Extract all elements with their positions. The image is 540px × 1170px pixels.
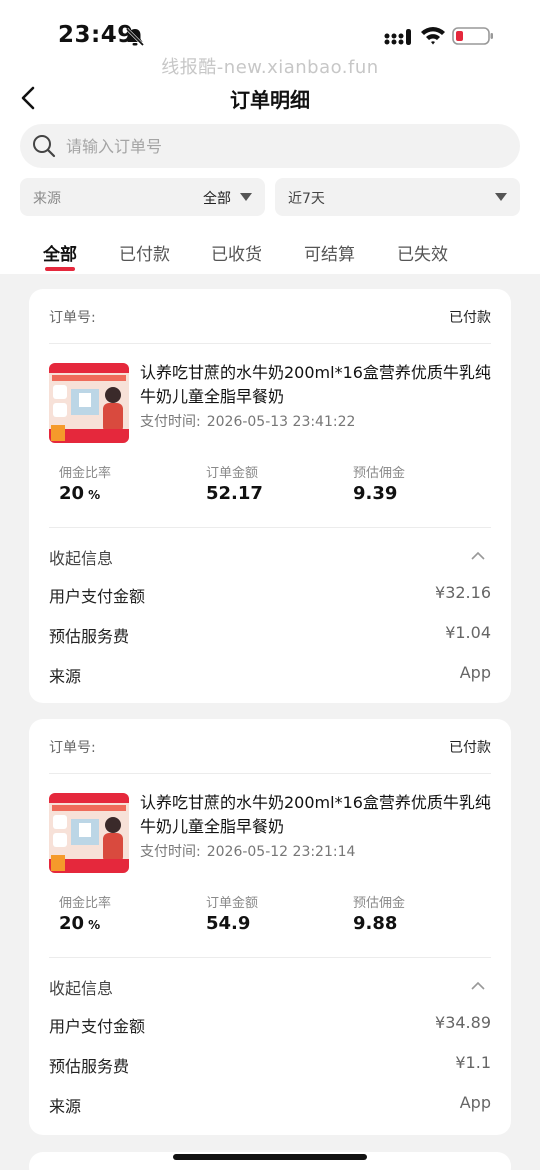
- collapse-info-toggle[interactable]: 收起信息: [49, 545, 113, 569]
- tab-settleable[interactable]: 可结算: [304, 240, 355, 265]
- pay-time-value: 2026-05-12 23:21:14: [206, 844, 356, 860]
- caret-down-icon: [495, 193, 507, 201]
- source-label: 来源: [49, 1097, 82, 1116]
- pay-time: 支付时间: 2026-05-13 23:41:22: [140, 411, 355, 431]
- active-tab-indicator: [45, 267, 75, 271]
- user-paid-label: 用户支付金额: [49, 587, 146, 606]
- estimated-commission-value: 9.39: [353, 483, 398, 504]
- service-fee-label: 预估服务费: [49, 1057, 130, 1076]
- source-filter[interactable]: 来源 全部: [20, 178, 265, 216]
- divider: [49, 527, 491, 528]
- bell-muted-icon: [125, 27, 145, 47]
- battery-icon: [452, 27, 493, 45]
- product-title: 认养吃甘蔗的水牛奶200ml*16盒营养优质牛乳纯牛奶儿童全脂早餐奶: [140, 363, 491, 406]
- search-input[interactable]: [66, 124, 506, 168]
- estimated-commission-label: 预估佣金: [353, 466, 406, 481]
- status-bar: 23:49: [0, 0, 540, 60]
- tab-invalid[interactable]: 已失效: [397, 240, 448, 265]
- commission-rate-label: 佣金比率: [59, 466, 112, 481]
- product-thumbnail[interactable]: [49, 793, 129, 873]
- service-fee-value: ¥1.04: [445, 623, 491, 642]
- tab-all[interactable]: 全部: [43, 240, 77, 265]
- order-status: 已付款: [449, 740, 491, 756]
- pay-time-label: 支付时间:: [140, 844, 201, 860]
- user-paid-value: ¥32.16: [435, 583, 491, 602]
- order-number-label: 订单号:: [49, 740, 96, 756]
- date-filter-value: 近7天: [288, 191, 325, 207]
- page-title: 订单明细: [230, 88, 310, 112]
- estimated-commission-value: 9.88: [353, 913, 398, 934]
- caret-down-icon: [240, 193, 252, 201]
- product-thumbnail[interactable]: [49, 363, 129, 443]
- wifi-icon: [421, 27, 445, 45]
- commission-rate-value: 20%: [59, 913, 100, 934]
- order-amount-label: 订单金额: [206, 896, 259, 911]
- chevron-up-icon[interactable]: [471, 551, 485, 561]
- commission-rate-label: 佣金比率: [59, 896, 112, 911]
- status-tabs: 全部 已付款 已收货 可结算 已失效: [0, 226, 540, 274]
- commission-rate-number: 20: [59, 913, 85, 934]
- divider: [49, 343, 491, 344]
- order-amount-value: 54.9: [206, 913, 251, 934]
- pay-time-value: 2026-05-13 23:41:22: [206, 414, 356, 430]
- service-fee-value: ¥1.1: [455, 1053, 491, 1072]
- tab-received[interactable]: 已收货: [211, 240, 262, 265]
- chevron-up-icon[interactable]: [471, 981, 485, 991]
- pay-time-label: 支付时间:: [140, 414, 201, 430]
- source-label: 来源: [49, 667, 82, 686]
- divider: [49, 957, 491, 958]
- user-paid-label: 用户支付金额: [49, 1017, 146, 1036]
- order-amount-value: 52.17: [206, 483, 263, 504]
- commission-rate-unit: %: [88, 918, 101, 932]
- signal-icon: [384, 29, 411, 45]
- order-status: 已付款: [449, 310, 491, 326]
- source-value: App: [459, 1093, 491, 1112]
- home-indicator[interactable]: [173, 1154, 367, 1160]
- collapse-info-toggle[interactable]: 收起信息: [49, 975, 113, 999]
- order-card: 订单号: 已付款 认养吃甘蔗的水牛奶200ml*16盒营养优质牛乳纯牛奶儿童全脂…: [29, 289, 511, 703]
- commission-rate-value: 20%: [59, 483, 100, 504]
- date-filter[interactable]: 近7天: [275, 178, 520, 216]
- order-amount-label: 订单金额: [206, 466, 259, 481]
- commission-rate-unit: %: [88, 488, 101, 502]
- source-value: App: [459, 663, 491, 682]
- user-paid-value: ¥34.89: [435, 1013, 491, 1032]
- source-filter-label: 来源: [33, 191, 61, 207]
- search-icon: [33, 135, 56, 158]
- tab-paid[interactable]: 已付款: [119, 240, 170, 265]
- status-time: 23:49: [58, 22, 134, 48]
- product-title: 认养吃甘蔗的水牛奶200ml*16盒营养优质牛乳纯牛奶儿童全脂早餐奶: [140, 793, 491, 836]
- divider: [49, 773, 491, 774]
- order-number-label: 订单号:: [49, 310, 96, 326]
- service-fee-label: 预估服务费: [49, 627, 130, 646]
- commission-rate-number: 20: [59, 483, 85, 504]
- nav-bar: 订单明细: [0, 76, 540, 120]
- search-bar: [20, 124, 520, 168]
- pay-time: 支付时间: 2026-05-12 23:21:14: [140, 841, 355, 861]
- estimated-commission-label: 预估佣金: [353, 896, 406, 911]
- source-filter-value: 全部: [203, 191, 231, 207]
- order-card: 订单号: 已付款 认养吃甘蔗的水牛奶200ml*16盒营养优质牛乳纯牛奶儿童全脂…: [29, 719, 511, 1135]
